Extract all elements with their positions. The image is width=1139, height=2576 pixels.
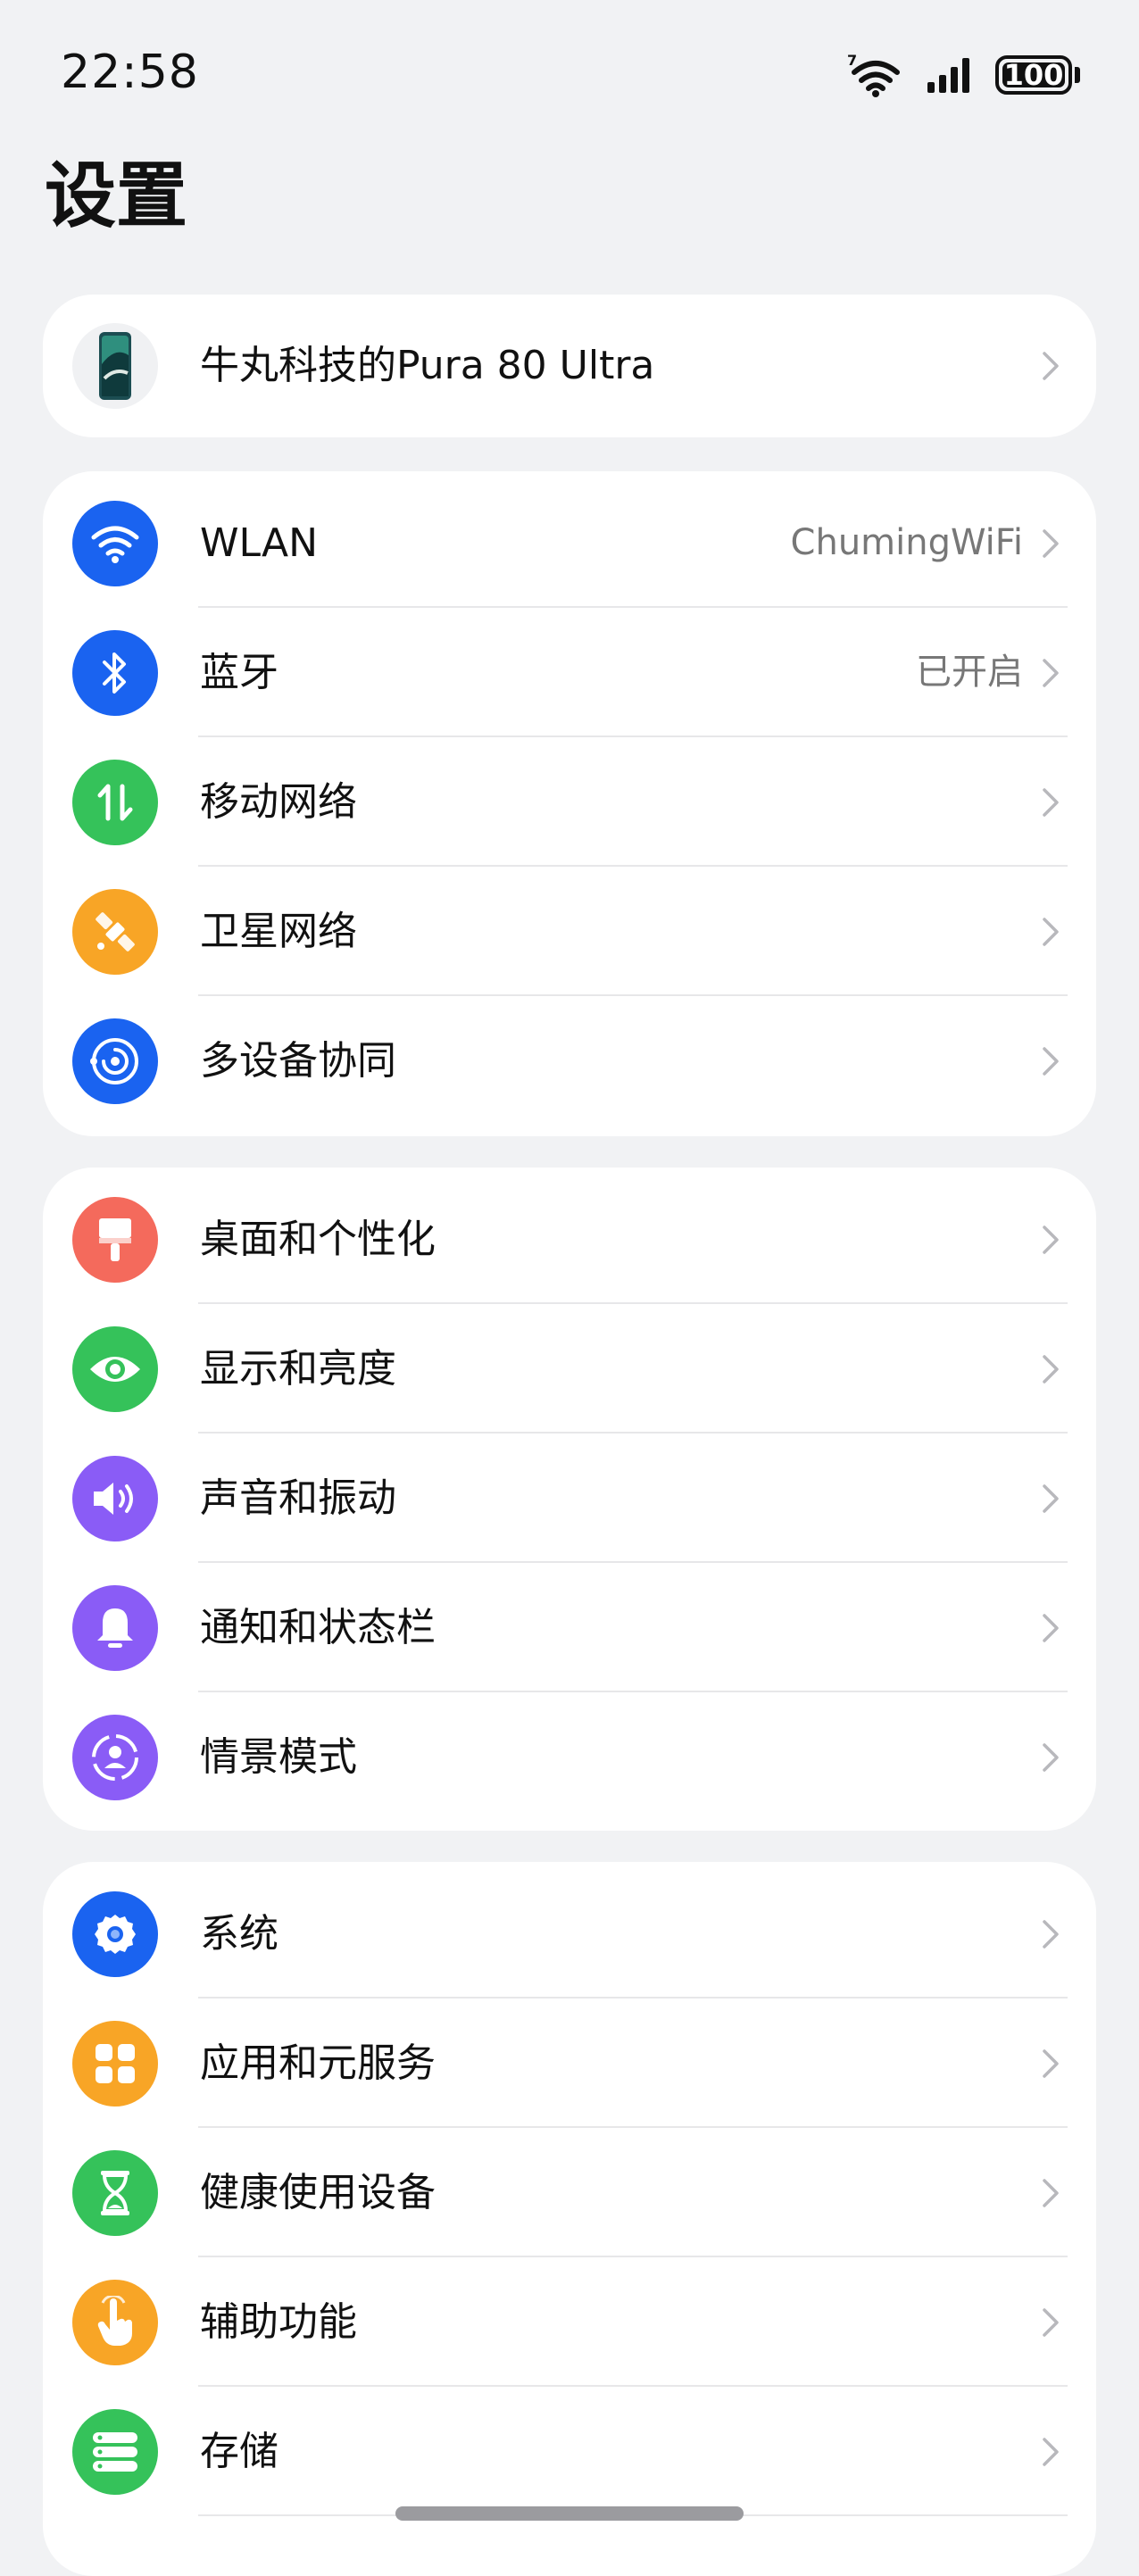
speaker-icon [72, 1456, 158, 1541]
settings-item-multi-device[interactable]: 多设备协同 [43, 996, 1096, 1126]
settings-item-health[interactable]: 健康使用设备 [43, 2128, 1096, 2257]
chevron-right-icon [1043, 1743, 1059, 1772]
settings-item-mobile-network[interactable]: 移动网络 [43, 737, 1096, 867]
gear-icon [72, 1891, 158, 1977]
satellite-icon [72, 889, 158, 975]
settings-item-notifications[interactable]: 通知和状态栏 [43, 1563, 1096, 1692]
wifi-icon [72, 501, 158, 586]
settings-item-satellite[interactable]: 卫星网络 [43, 867, 1096, 996]
settings-item-label: 应用和元服务 [200, 2040, 436, 2086]
device-row[interactable]: 牛丸科技的Pura 80 Ultra [43, 295, 1096, 437]
settings-item-scene-mode[interactable]: 情景模式 [43, 1692, 1096, 1822]
settings-item-value: ChumingWiFi [790, 522, 1023, 563]
settings-item-label: 情景模式 [200, 1734, 357, 1780]
hand-pointer-icon [72, 2280, 158, 2365]
settings-item-label: 健康使用设备 [200, 2170, 436, 2215]
status-time: 22:58 [61, 46, 199, 99]
chevron-right-icon [1043, 1614, 1059, 1642]
chevron-right-icon [1043, 1920, 1059, 1949]
home-indicator[interactable] [395, 2506, 744, 2521]
hourglass-icon [72, 2150, 158, 2236]
settings-item-bluetooth[interactable]: 蓝牙 已开启 [43, 608, 1096, 737]
chevron-right-icon [1043, 1355, 1059, 1384]
chevron-right-icon [1043, 352, 1059, 380]
scene-mode-icon [72, 1715, 158, 1800]
chevron-right-icon [1043, 2049, 1059, 2078]
system-card: 系统 应用和元服务 健康使用设备 辅助功能 存储 [43, 1862, 1096, 2576]
mobile-data-icon [72, 760, 158, 845]
settings-item-label: 卫星网络 [200, 909, 357, 954]
connectivity-card: WLAN ChumingWiFi 蓝牙 已开启 移动网络 卫星网络 多设备协同 [43, 471, 1096, 1136]
settings-item-label: 通知和状态栏 [200, 1605, 436, 1650]
settings-item-wlan[interactable]: WLAN ChumingWiFi [43, 478, 1096, 608]
apps-grid-icon [72, 2021, 158, 2107]
settings-item-label: 系统 [200, 1911, 279, 1957]
chevron-right-icon [1043, 918, 1059, 946]
settings-item-label: 辅助功能 [200, 2299, 357, 2345]
battery-level: 100 [1003, 58, 1064, 92]
chevron-right-icon [1043, 1226, 1059, 1254]
settings-item-label: 多设备协同 [200, 1038, 396, 1084]
battery-icon: 100 [995, 55, 1072, 95]
settings-item-label: 移动网络 [200, 779, 357, 825]
settings-item-label: 蓝牙 [200, 650, 279, 695]
chevron-right-icon [1043, 529, 1059, 558]
settings-item-accessibility[interactable]: 辅助功能 [43, 2257, 1096, 2387]
settings-item-label: 桌面和个性化 [200, 1217, 436, 1262]
wifi-status-icon: 7 [847, 53, 900, 97]
chevron-right-icon [1043, 2179, 1059, 2207]
chevron-right-icon [1043, 788, 1059, 817]
bluetooth-icon [72, 630, 158, 716]
settings-item-value: 已开启 [916, 652, 1023, 693]
chevron-right-icon [1043, 2308, 1059, 2337]
chevron-right-icon [1043, 659, 1059, 687]
device-card: 牛丸科技的Pura 80 Ultra [43, 295, 1096, 437]
chevron-right-icon [1043, 2438, 1059, 2466]
wifi-badge: 7 [847, 53, 857, 69]
settings-item-storage[interactable]: 存储 [43, 2387, 1096, 2516]
settings-item-label: 显示和亮度 [200, 1346, 396, 1392]
chevron-right-icon [1043, 1047, 1059, 1076]
brush-icon [72, 1197, 158, 1283]
settings-item-sound[interactable]: 声音和振动 [43, 1433, 1096, 1563]
phone-thumbnail-icon [72, 323, 158, 409]
settings-item-apps[interactable]: 应用和元服务 [43, 1998, 1096, 2128]
settings-item-display[interactable]: 显示和亮度 [43, 1304, 1096, 1433]
page-title: 设置 [45, 154, 187, 237]
storage-icon [72, 2409, 158, 2495]
eye-icon [72, 1326, 158, 1412]
status-icons: 7 100 [847, 48, 1080, 102]
settings-item-label: 存储 [200, 2429, 279, 2474]
status-bar: 22:58 7 100 [0, 0, 1139, 143]
personalization-card: 桌面和个性化 显示和亮度 声音和振动 通知和状态栏 情景模式 [43, 1168, 1096, 1831]
settings-item-system[interactable]: 系统 [43, 1869, 1096, 1998]
settings-item-label: WLAN [200, 520, 319, 566]
settings-item-desktop[interactable]: 桌面和个性化 [43, 1175, 1096, 1304]
bell-icon [72, 1585, 158, 1671]
settings-item-label: 声音和振动 [200, 1475, 396, 1521]
device-name: 牛丸科技的Pura 80 Ultra [200, 343, 655, 388]
multi-device-icon [72, 1018, 158, 1104]
chevron-right-icon [1043, 1484, 1059, 1513]
cellular-signal-icon [927, 58, 969, 93]
